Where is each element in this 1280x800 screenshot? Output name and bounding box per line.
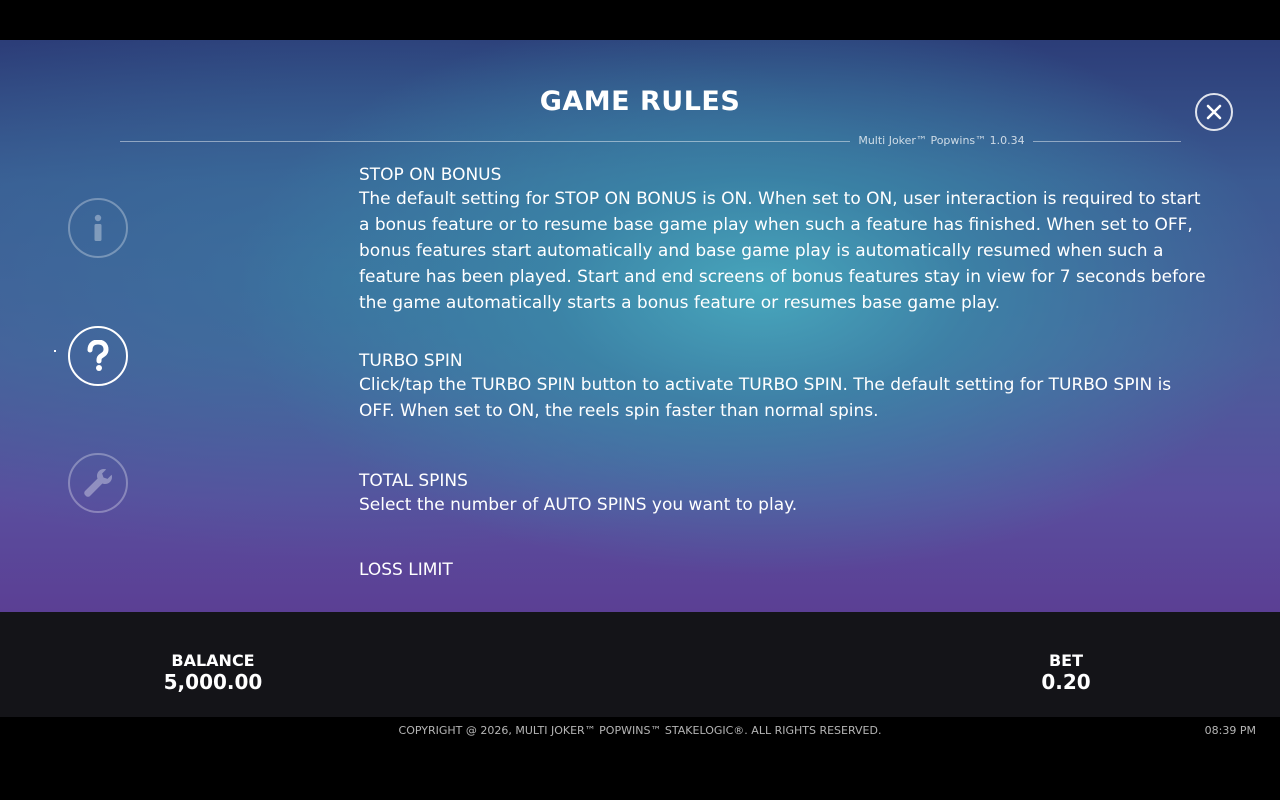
top-bar bbox=[0, 0, 1280, 40]
section-title: TOTAL SPINS bbox=[359, 471, 468, 491]
sidebar-item-info[interactable] bbox=[68, 198, 128, 258]
sidebar-item-settings[interactable] bbox=[68, 453, 128, 513]
decor-dot bbox=[54, 350, 56, 352]
question-icon bbox=[87, 340, 109, 371]
balance-value: 5,000.00 bbox=[163, 670, 263, 694]
section-body: Select the number of AUTO SPINS you want… bbox=[359, 495, 798, 515]
rule-section: TOTAL SPINS Select the number of AUTO SP… bbox=[359, 470, 797, 518]
bet-value: 0.20 bbox=[1041, 670, 1091, 694]
section-title: STOP ON BONUS bbox=[359, 165, 502, 185]
rule-section: LOSS LIMIT bbox=[359, 559, 453, 581]
info-icon bbox=[94, 214, 102, 241]
divider-right bbox=[1033, 141, 1181, 142]
divider-left bbox=[120, 141, 850, 142]
bet-display: BET 0.20 bbox=[1016, 651, 1116, 695]
section-title: LOSS LIMIT bbox=[359, 560, 453, 580]
copyright-text: COPYRIGHT @ 2026, MULTI JOKER™ POPWINS™ … bbox=[398, 724, 882, 737]
footer: COPYRIGHT @ 2026, MULTI JOKER™ POPWINS™ … bbox=[0, 717, 1280, 800]
close-icon bbox=[1206, 104, 1222, 120]
close-button[interactable] bbox=[1195, 93, 1233, 131]
game-rules-panel: GAME RULES Multi Joker™ Popwins™ 1.0.34 … bbox=[0, 40, 1280, 612]
status-bar: BALANCE 5,000.00 BET 0.20 bbox=[0, 612, 1280, 717]
page-title: GAME RULES bbox=[539, 86, 741, 117]
bet-label: BET bbox=[1048, 651, 1084, 670]
clock: 08:39 PM bbox=[1204, 724, 1256, 737]
section-body: The default setting for STOP ON BONUS is… bbox=[359, 189, 1206, 313]
rule-section: TURBO SPIN Click/tap the TURBO SPIN butt… bbox=[359, 350, 1209, 424]
rule-section: STOP ON BONUS The default setting for ST… bbox=[359, 164, 1209, 316]
balance-display: BALANCE 5,000.00 bbox=[138, 651, 288, 695]
version-label: Multi Joker™ Popwins™ 1.0.34 bbox=[858, 134, 1025, 147]
wrench-icon bbox=[84, 469, 112, 497]
section-title: TURBO SPIN bbox=[359, 351, 463, 371]
section-body: Click/tap the TURBO SPIN button to activ… bbox=[359, 375, 1172, 421]
sidebar-item-help[interactable] bbox=[68, 326, 128, 386]
balance-label: BALANCE bbox=[171, 651, 255, 670]
